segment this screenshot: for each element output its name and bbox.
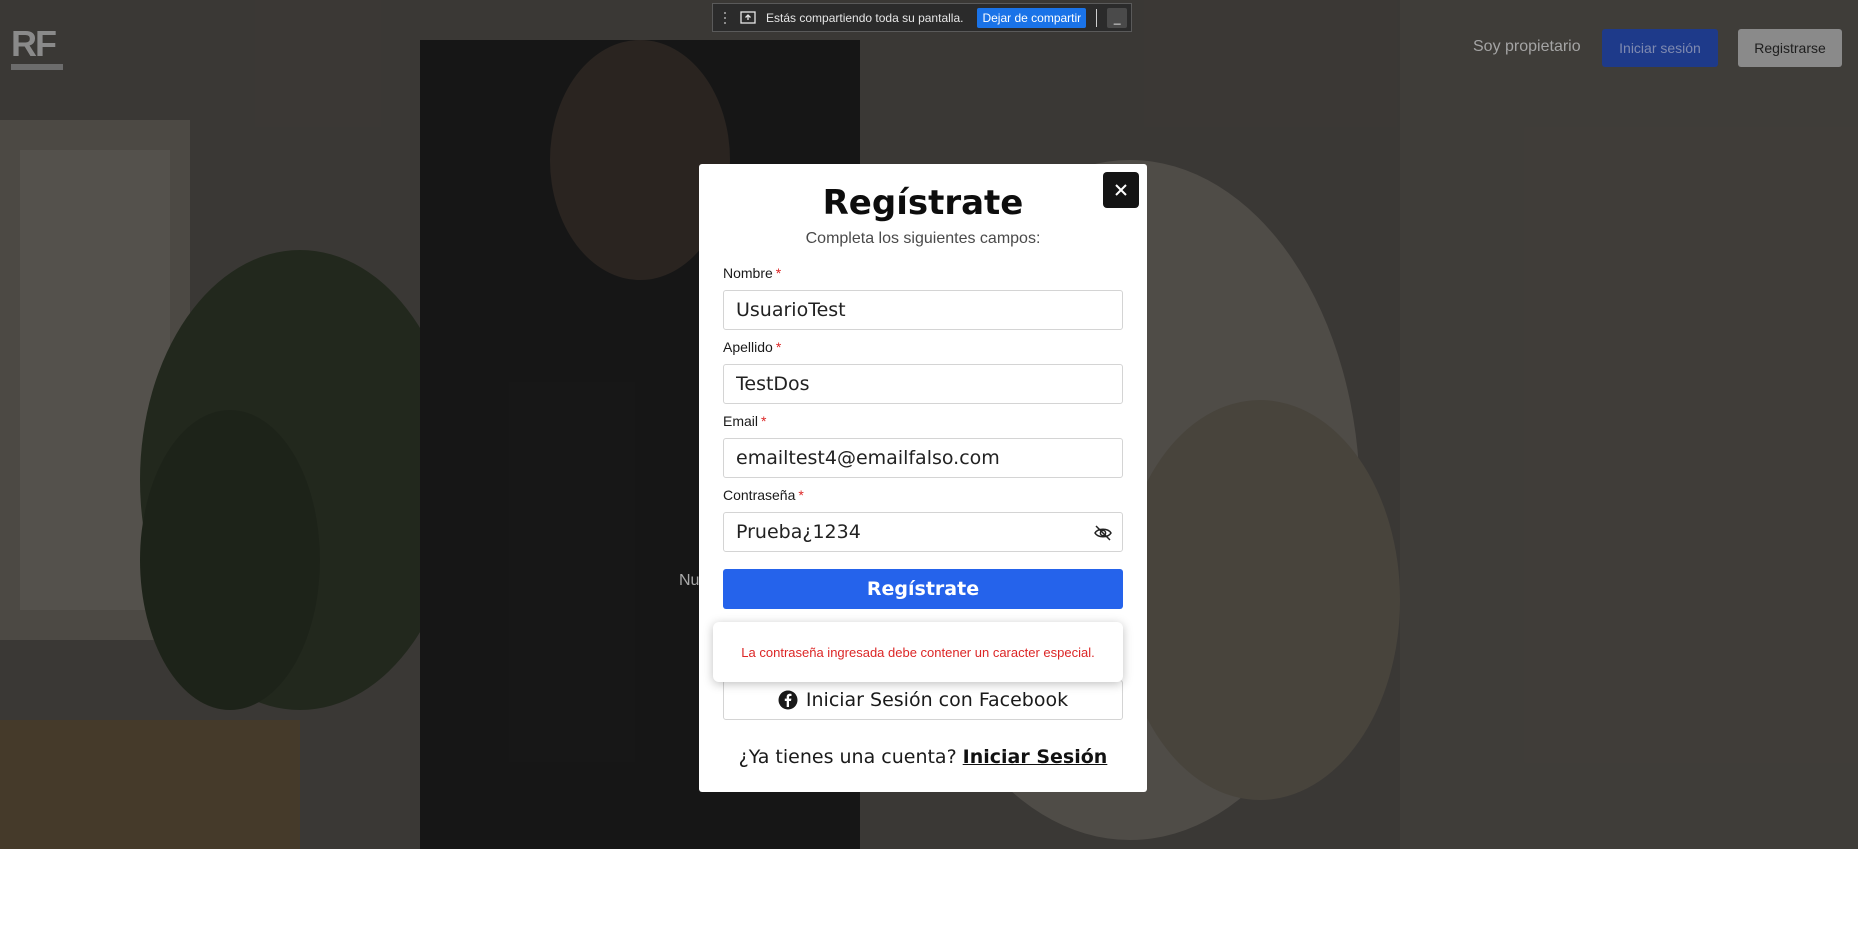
header-login-button[interactable]: Iniciar sesión xyxy=(1602,29,1718,67)
name-label-text: Nombre xyxy=(723,265,773,281)
password-input[interactable] xyxy=(723,512,1123,552)
lastname-label-text: Apellido xyxy=(723,339,773,355)
required-mark: * xyxy=(761,413,767,429)
logo-tagline-bar xyxy=(11,64,63,70)
password-label-text: Contraseña xyxy=(723,487,796,503)
name-label: Nombre * xyxy=(723,265,781,281)
screen-share-message: Estás compartiendo toda su pantalla. xyxy=(766,10,964,25)
required-mark: * xyxy=(798,487,804,503)
toggle-password-visibility[interactable] xyxy=(1091,523,1115,545)
login-prompt: ¿Ya tienes una cuenta? Iniciar Sesión xyxy=(699,746,1147,768)
password-error-tooltip: La contraseña ingresada debe contener un… xyxy=(713,622,1123,682)
required-mark: * xyxy=(775,339,782,355)
password-error-message: La contraseña ingresada debe contener un… xyxy=(741,644,1095,660)
lastname-input[interactable] xyxy=(723,364,1123,404)
drag-handle-icon[interactable] xyxy=(718,10,732,26)
screen-share-icon xyxy=(740,10,756,25)
facebook-login-label: Iniciar Sesión con Facebook xyxy=(805,689,1069,711)
password-label: Contraseña * xyxy=(723,487,804,503)
brand-logo[interactable]: RF xyxy=(11,26,65,72)
email-label: Email * xyxy=(723,413,766,429)
login-link[interactable]: Iniciar Sesión xyxy=(963,746,1108,768)
modal-title: Regístrate xyxy=(822,183,1024,223)
nav-owner-link[interactable]: Soy propietario xyxy=(1473,38,1581,56)
name-input[interactable] xyxy=(723,290,1123,330)
screen-share-bar: Estás compartiendo toda su pantalla. Dej… xyxy=(712,3,1132,32)
lastname-label: Apellido * xyxy=(723,339,781,355)
required-mark: * xyxy=(775,265,782,281)
divider xyxy=(1096,8,1098,27)
hide-bar-button[interactable]: _ xyxy=(1107,7,1128,28)
email-input[interactable] xyxy=(723,438,1123,478)
eye-off-icon xyxy=(1094,524,1112,541)
have-account-text: ¿Ya tienes una cuenta? xyxy=(738,746,957,768)
stop-sharing-button[interactable]: Dejar de compartir xyxy=(977,7,1087,28)
hero-partial-text: Nu xyxy=(679,572,700,589)
header-register-button[interactable]: Registrarse xyxy=(1738,29,1842,67)
page-bottom xyxy=(0,849,1858,925)
facebook-login-button[interactable]: Iniciar Sesión con Facebook xyxy=(723,680,1123,720)
modal-subtitle: Completa los siguientes campos: xyxy=(805,230,1041,247)
register-submit-button[interactable]: Regístrate xyxy=(723,569,1123,609)
register-modal: Regístrate Completa los siguientes campo… xyxy=(699,164,1147,792)
facebook-icon xyxy=(778,690,798,710)
email-label-text: Email xyxy=(723,413,759,429)
logo-text: RF xyxy=(11,23,57,64)
